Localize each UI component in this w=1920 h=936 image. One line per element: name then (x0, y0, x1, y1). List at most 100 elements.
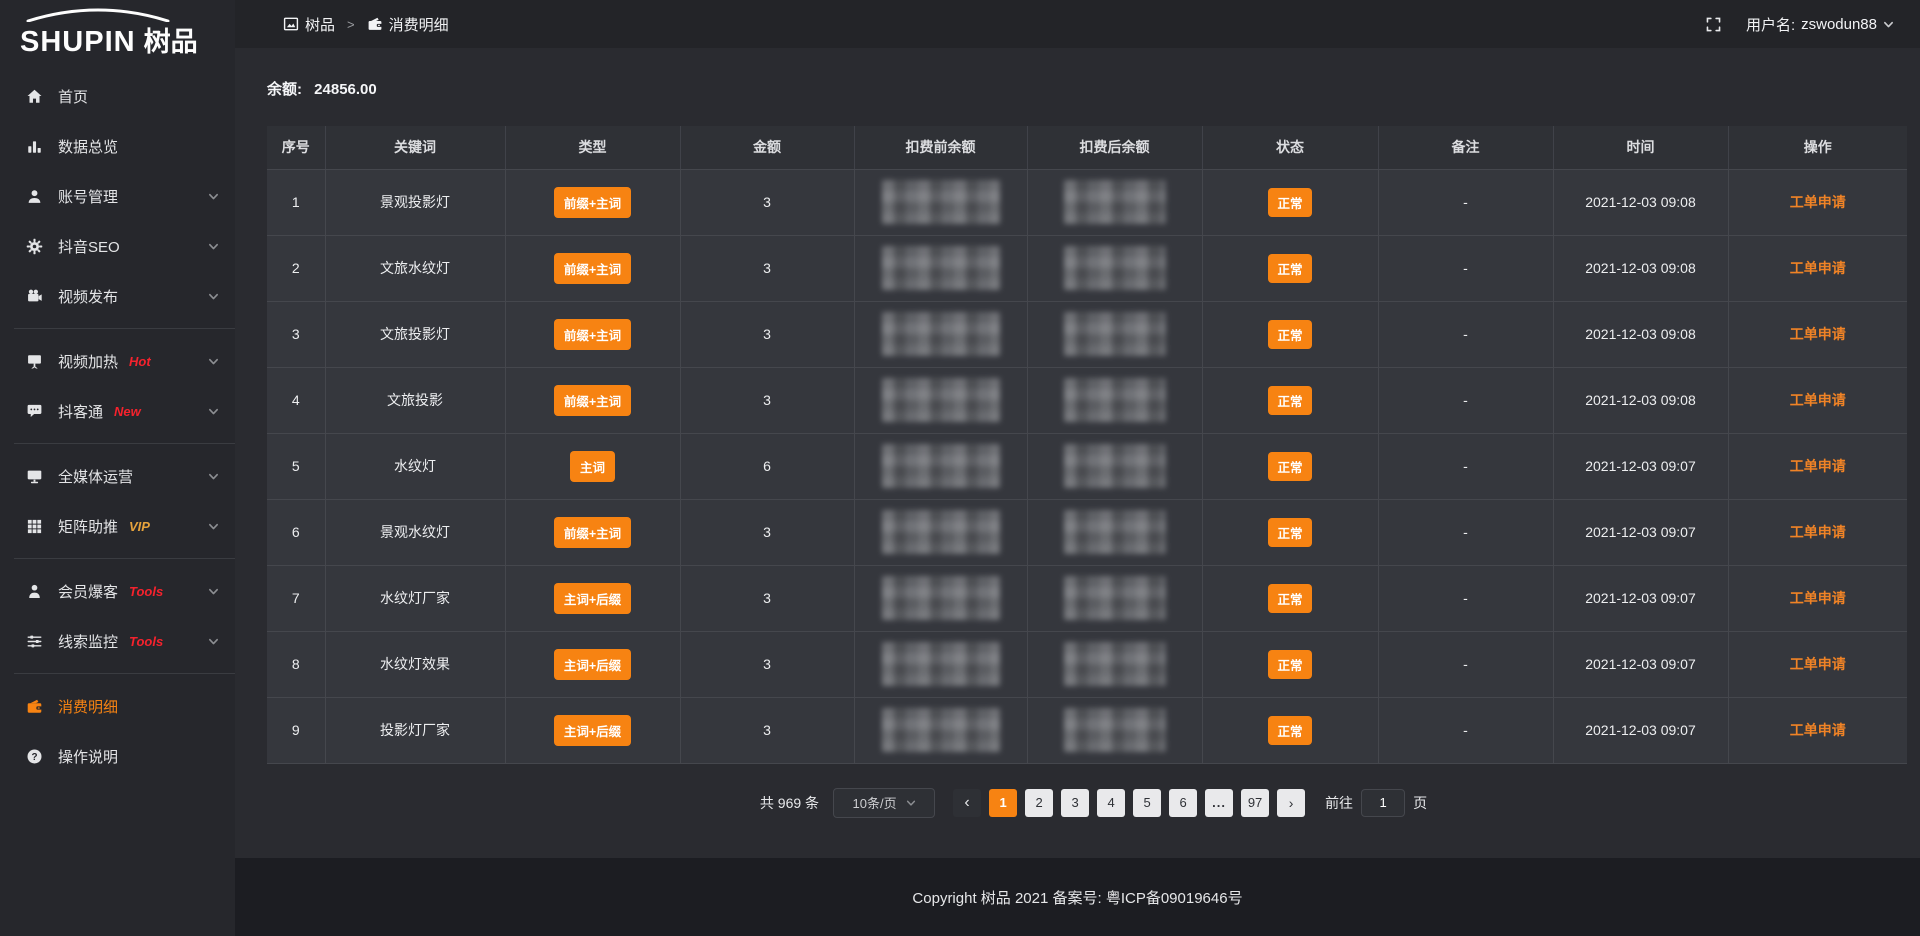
sidebar-item-member-baoke[interactable]: 会员爆客Tools (0, 566, 235, 616)
page-button-4[interactable]: 4 (1097, 789, 1125, 817)
cell-status: 正常 (1202, 301, 1378, 367)
page-button-2[interactable]: 2 (1025, 789, 1053, 817)
sidebar-item-label: 消费明细 (58, 696, 118, 717)
cell-status: 正常 (1202, 565, 1378, 631)
breadcrumb-item-current[interactable]: 消费明细 (367, 14, 449, 35)
page-size-select[interactable]: 10条/页 (833, 788, 935, 818)
cell-type: 前缀+主词 (505, 499, 680, 565)
prev-page-button[interactable]: ‹ (953, 789, 981, 817)
sidebar-item-label: 数据总览 (58, 136, 118, 157)
cell-amount: 3 (680, 565, 854, 631)
column-header: 扣费后余额 (1027, 126, 1202, 169)
work-order-link[interactable]: 工单申请 (1790, 458, 1846, 474)
cell-type: 前缀+主词 (505, 169, 680, 235)
work-order-link[interactable]: 工单申请 (1790, 392, 1846, 408)
breadcrumb-item-app[interactable]: 树品 (283, 14, 335, 35)
cell-time: 2021-12-03 09:07 (1553, 697, 1728, 763)
work-order-link[interactable]: 工单申请 (1790, 590, 1846, 606)
sidebar-item-clue-monitor[interactable]: 线索监控Tools (0, 616, 235, 666)
sliders-icon (26, 633, 44, 650)
chevron-down-icon (208, 241, 219, 252)
monitor-icon (26, 468, 44, 485)
redacted-balance-before (882, 246, 1000, 290)
redacted-balance-after (1064, 378, 1166, 422)
menu-badge-tools: Tools (129, 634, 163, 649)
cell-balance-after (1027, 433, 1202, 499)
table-row: 1景观投影灯前缀+主词3正常-2021-12-03 09:08工单申请 (267, 169, 1907, 235)
work-order-link[interactable]: 工单申请 (1790, 260, 1846, 276)
cell-keyword: 景观投影灯 (325, 169, 505, 235)
cell-time: 2021-12-03 09:08 (1553, 367, 1728, 433)
sidebar-item-video-publish[interactable]: 视频发布 (0, 271, 235, 321)
sidebar-item-label: 抖客通 (58, 401, 103, 422)
next-page-button[interactable]: › (1277, 789, 1305, 817)
cell-balance-before (854, 367, 1027, 433)
work-order-link[interactable]: 工单申请 (1790, 194, 1846, 210)
page-button-5[interactable]: 5 (1133, 789, 1161, 817)
sidebar-item-video-heat[interactable]: 视频加热Hot (0, 336, 235, 386)
cell-time: 2021-12-03 09:08 (1553, 235, 1728, 301)
sidebar-item-label: 操作说明 (58, 746, 118, 767)
goto-unit: 页 (1413, 793, 1427, 813)
cell-time: 2021-12-03 09:07 (1553, 565, 1728, 631)
sidebar-item-douketong[interactable]: 抖客通 New (0, 386, 235, 436)
cell-note: - (1378, 697, 1553, 763)
cell-amount: 3 (680, 499, 854, 565)
chevron-down-icon (208, 356, 219, 367)
cell-status: 正常 (1202, 367, 1378, 433)
status-badge: 正常 (1268, 650, 1311, 679)
sidebar-item-media-operation[interactable]: 全媒体运营 (0, 451, 235, 501)
cell-amount: 3 (680, 235, 854, 301)
chevron-down-icon (208, 471, 219, 482)
cell-action: 工单申请 (1728, 631, 1907, 697)
work-order-link[interactable]: 工单申请 (1790, 722, 1846, 738)
menu-badge-new: New (114, 404, 141, 419)
sidebar-item-douyin-seo[interactable]: 抖音SEO (0, 221, 235, 271)
work-order-link[interactable]: 工单申请 (1790, 326, 1846, 342)
sidebar-item-home[interactable]: 首页 (0, 71, 235, 121)
page-button-6[interactable]: 6 (1169, 789, 1197, 817)
sidebar-item-account-manage[interactable]: 账号管理 (0, 171, 235, 221)
work-order-link[interactable]: 工单申请 (1790, 524, 1846, 540)
more-pages-button[interactable]: ... (1205, 789, 1233, 817)
cell-balance-after (1027, 169, 1202, 235)
app-icon (283, 16, 299, 32)
redacted-balance-after (1064, 444, 1166, 488)
username-label: 用户名: (1746, 14, 1795, 35)
type-badge: 主词+后缀 (554, 649, 631, 680)
redacted-balance-after (1064, 510, 1166, 554)
page-button-3[interactable]: 3 (1061, 789, 1089, 817)
cell-index: 1 (267, 169, 325, 235)
cell-amount: 3 (680, 631, 854, 697)
sidebar-item-matrix-boost[interactable]: 矩阵助推VIP (0, 501, 235, 551)
page-size-value: 10条/页 (853, 793, 897, 812)
goto-page-input[interactable] (1361, 789, 1405, 817)
work-order-link[interactable]: 工单申请 (1790, 656, 1846, 672)
cell-action: 工单申请 (1728, 367, 1907, 433)
page-button-1[interactable]: 1 (989, 789, 1017, 817)
cell-balance-before (854, 631, 1027, 697)
page-buttons: 123456... 97 (989, 789, 1269, 817)
total-count: 共 969 条 (760, 793, 819, 813)
user-menu[interactable]: 用户名: zswodun88 (1746, 14, 1894, 35)
sidebar-item-label: 首页 (58, 86, 88, 107)
redacted-balance-after (1064, 312, 1166, 356)
column-header: 类型 (505, 126, 680, 169)
sidebar-item-data-overview[interactable]: 数据总览 (0, 121, 235, 171)
status-badge: 正常 (1268, 254, 1311, 283)
sidebar-item-consume-detail[interactable]: 消费明细 (0, 681, 235, 731)
fullscreen-button[interactable] (1705, 16, 1722, 33)
sidebar-item-operation-guide[interactable]: ? 操作说明 (0, 731, 235, 781)
cell-keyword: 景观水纹灯 (325, 499, 505, 565)
table-header-row: 序号关键词类型金额扣费前余额扣费后余额状态备注时间操作 (267, 126, 1907, 169)
chart-icon (26, 138, 44, 155)
cell-time: 2021-12-03 09:08 (1553, 169, 1728, 235)
page-button-97[interactable]: 97 (1241, 789, 1269, 817)
cell-index: 4 (267, 367, 325, 433)
cell-note: - (1378, 499, 1553, 565)
cell-note: - (1378, 565, 1553, 631)
question-icon: ? (26, 748, 44, 765)
cell-index: 9 (267, 697, 325, 763)
cell-action: 工单申请 (1728, 565, 1907, 631)
username-value: zswodun88 (1801, 16, 1877, 33)
